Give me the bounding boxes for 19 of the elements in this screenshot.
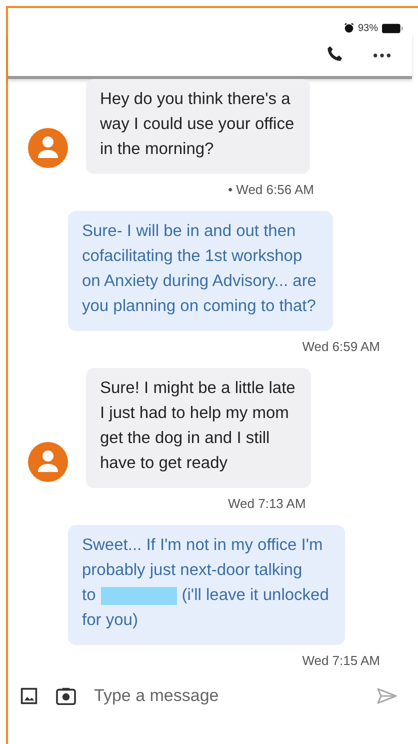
battery-percentage: 93% xyxy=(358,22,378,34)
battery-icon xyxy=(382,22,404,34)
more-icon[interactable] xyxy=(372,52,392,58)
message-text: Sure! I might be a little late I just had to help my mom get the dog in and I still have to get ready xyxy=(100,378,296,474)
message-text: Hey do you think there's a way I could use your office in the morning? xyxy=(100,89,294,160)
message-timestamp: Wed 6:59 AM xyxy=(302,339,380,354)
message-input[interactable]: Type a message xyxy=(94,682,358,710)
alarm-icon xyxy=(344,23,354,33)
message-text: Sure- I will be in and out then cofacilitating the 1st workshop on Anxiety during Advisory... are you planning on coming to that? xyxy=(82,221,316,317)
message-timestamp: Wed 7:13 AM xyxy=(228,496,306,511)
avatar-icon xyxy=(28,128,68,168)
message-text: (i'll leave it unlocked xyxy=(182,585,329,606)
message-timestamp: • Wed 6:56 AM xyxy=(228,182,314,197)
avatar-icon xyxy=(28,442,68,482)
camera-icon[interactable] xyxy=(56,687,76,705)
message-text: to xyxy=(82,585,96,606)
message-text: for you) xyxy=(82,610,139,631)
image-icon[interactable] xyxy=(20,687,38,705)
message-timestamp: Wed 7:15 AM xyxy=(302,653,380,668)
